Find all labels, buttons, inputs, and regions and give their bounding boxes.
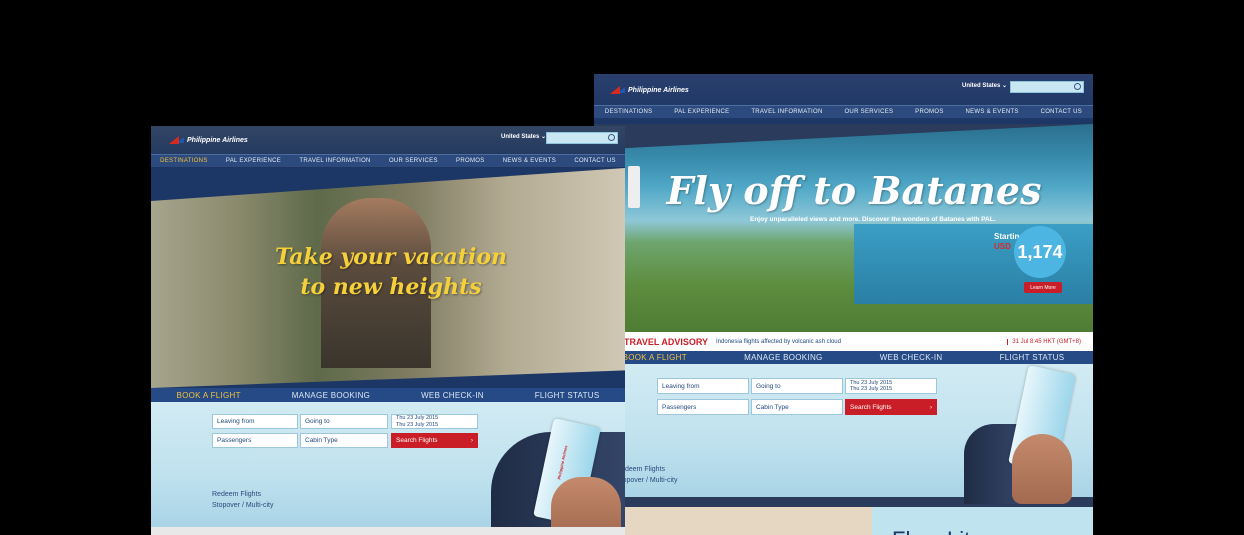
nav-promos[interactable]: PROMOS xyxy=(915,109,943,115)
travel-advisory-bar: TRAVEL ADVISORY Indonesia flights affect… xyxy=(594,332,1093,351)
hero-headline-line2: to new heights xyxy=(300,274,482,300)
search-input[interactable] xyxy=(1010,81,1084,93)
search-flights-label: Search Flights xyxy=(396,437,438,444)
chevron-right-icon: › xyxy=(929,403,932,411)
brand-logo[interactable]: Philippine Airlines xyxy=(169,136,248,144)
region-selector[interactable]: United States ⌄ xyxy=(962,82,1007,89)
hero-banner-batanes: Fly off to Batanes Enjoy unparalleled vi… xyxy=(594,124,1093,339)
redeem-flights-link[interactable]: Redeem Flights xyxy=(212,491,261,498)
tab-manage-booking[interactable]: MANAGE BOOKING xyxy=(744,353,822,362)
nav-our-services[interactable]: OUR SERVICES xyxy=(389,158,438,164)
main-nav: DESTINATIONS PAL EXPERIENCE TRAVEL INFOR… xyxy=(594,105,1093,118)
promo-panel: Flyer Lite xyxy=(872,507,1093,535)
region-selector[interactable]: United States ⌄ xyxy=(501,133,546,140)
price-badge: 1,174 xyxy=(1014,226,1066,278)
search-flights-button[interactable]: Search Flights › xyxy=(845,399,937,415)
left-page-mockup: Philippine Airlines United States ⌄ DEST… xyxy=(151,126,625,535)
nav-contact-us[interactable]: CONTACT US xyxy=(574,158,615,164)
price-value: 1,174 xyxy=(1017,241,1063,262)
tab-flight-status[interactable]: FLIGHT STATUS xyxy=(535,391,600,400)
date-field[interactable]: Thu 23 July 2015 Thu 23 July 2015 xyxy=(845,378,937,394)
search-icon xyxy=(1074,83,1081,90)
nav-news-events[interactable]: NEWS & EVENTS xyxy=(503,158,556,164)
hero-banner-vacation: Take your vacation to new heights xyxy=(151,168,625,388)
tab-web-check-in[interactable]: WEB CHECK-IN xyxy=(421,391,484,400)
chevron-down-icon: ⌄ xyxy=(1002,83,1008,89)
cabin-type-field[interactable]: Cabin Type xyxy=(751,399,843,415)
nav-contact-us[interactable]: CONTACT US xyxy=(1041,109,1082,115)
bottom-strip xyxy=(151,527,625,535)
nav-travel-information[interactable]: TRAVEL INFORMATION xyxy=(299,158,370,164)
advisory-message[interactable]: Indonesia flights affected by volcanic a… xyxy=(716,339,841,345)
brand-logo[interactable]: Philippine Airlines xyxy=(610,86,689,94)
going-to-field[interactable]: Going to xyxy=(300,414,388,429)
cabin-type-field[interactable]: Cabin Type xyxy=(300,433,388,448)
leaving-from-field[interactable]: Leaving from xyxy=(212,414,298,429)
booking-form: Leaving from Going to Thu 23 July 2015 T… xyxy=(594,364,1093,504)
booking-tabs: BOOK A FLIGHT MANAGE BOOKING WEB CHECK-I… xyxy=(151,388,625,402)
nav-destinations[interactable]: DESTINATIONS xyxy=(160,158,208,164)
nav-destinations[interactable]: DESTINATIONS xyxy=(605,109,653,115)
hero-subtext: Enjoy unparalleled views and more. Disco… xyxy=(750,216,996,223)
stopover-link[interactable]: Stopover / Multi-city xyxy=(212,502,273,509)
search-flights-button[interactable]: Search Flights › xyxy=(391,433,478,448)
advisory-time: 31 Jul 8:45 HKT (GMT+8) xyxy=(1007,338,1081,345)
nav-pal-experience[interactable]: PAL EXPERIENCE xyxy=(226,158,281,164)
nav-pal-experience[interactable]: PAL EXPERIENCE xyxy=(674,109,729,115)
tab-book-a-flight[interactable]: BOOK A FLIGHT xyxy=(176,391,240,400)
booking-form: Leaving from Going to Thu 23 July 2015 T… xyxy=(151,402,625,535)
tab-book-a-flight[interactable]: BOOK A FLIGHT xyxy=(623,353,687,362)
stopover-link[interactable]: Stopover / Multi-city xyxy=(616,477,677,484)
lighthouse xyxy=(628,166,640,208)
chevron-right-icon: › xyxy=(470,437,473,444)
search-icon xyxy=(608,134,615,141)
date-field[interactable]: Thu 23 July 2015 Thu 23 July 2015 xyxy=(391,414,478,429)
tab-manage-booking[interactable]: MANAGE BOOKING xyxy=(292,391,370,400)
booking-tabs: BOOK A FLIGHT MANAGE BOOKING WEB CHECK-I… xyxy=(594,351,1093,364)
bottom-promo-section: Flyer Lite xyxy=(594,507,1093,535)
nav-promos[interactable]: PROMOS xyxy=(456,158,484,164)
tab-web-check-in[interactable]: WEB CHECK-IN xyxy=(880,353,943,362)
search-flights-label: Search Flights xyxy=(850,403,892,411)
nav-our-services[interactable]: OUR SERVICES xyxy=(844,109,893,115)
leaving-from-field[interactable]: Leaving from xyxy=(657,378,749,394)
passengers-field[interactable]: Passengers xyxy=(657,399,749,415)
going-to-field[interactable]: Going to xyxy=(751,378,843,394)
tab-flight-status[interactable]: FLIGHT STATUS xyxy=(1000,353,1065,362)
header: Philippine Airlines United States ⌄ DEST… xyxy=(594,74,1093,124)
header: Philippine Airlines United States ⌄ DEST… xyxy=(151,126,625,168)
main-nav: DESTINATIONS PAL EXPERIENCE TRAVEL INFOR… xyxy=(151,154,625,167)
passengers-field[interactable]: Passengers xyxy=(212,433,298,448)
nav-travel-information[interactable]: TRAVEL INFORMATION xyxy=(751,109,822,115)
learn-more-button[interactable]: Learn More xyxy=(1024,282,1062,293)
right-page-mockup: Philippine Airlines United States ⌄ DEST… xyxy=(594,74,1093,535)
hand-image xyxy=(1012,434,1072,504)
hero-headline: Fly off to Batanes xyxy=(666,168,1042,213)
hero-headline-line1: Take your vacation xyxy=(275,244,507,270)
search-input[interactable] xyxy=(546,132,618,144)
return-date: Thu 23 July 2015 xyxy=(396,421,439,428)
currency-label: USD xyxy=(994,242,1011,251)
advisory-title: TRAVEL ADVISORY xyxy=(624,336,709,347)
nav-news-events[interactable]: NEWS & EVENTS xyxy=(965,109,1018,115)
return-date: Thu 23 July 2015 xyxy=(850,386,893,392)
promo-heading: Flyer Lite xyxy=(892,527,982,535)
